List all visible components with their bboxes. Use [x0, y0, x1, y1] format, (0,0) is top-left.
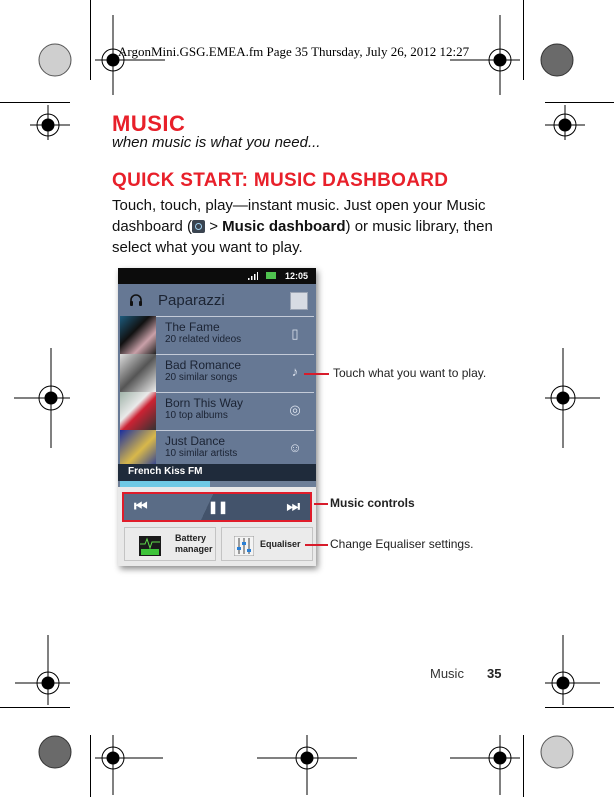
callout-controls: Music controls — [330, 496, 415, 510]
station-bar: French Kiss FM — [118, 464, 316, 481]
body-text-part: > — [205, 218, 223, 235]
registration-target-icon — [545, 348, 600, 448]
artist-title: Paparazzi — [158, 292, 225, 309]
station-name: French Kiss FM — [128, 466, 203, 477]
album-disc-icon: ◎ — [289, 402, 301, 417]
music-note-icon: ♪ — [291, 364, 299, 379]
album-art-thumbnail — [120, 316, 156, 354]
callout-line — [304, 373, 329, 375]
next-track-button[interactable]: ⏭ — [286, 498, 300, 516]
footer-section-name: Music — [430, 666, 464, 681]
edit-icon[interactable] — [290, 292, 308, 310]
list-item[interactable]: Just Dance 10 similar artists ☺ — [156, 430, 314, 468]
music-controls: ⏮ ❚❚ ⏭ — [122, 492, 312, 522]
pause-button[interactable]: ❚❚ — [208, 498, 228, 516]
playback-progress-bar[interactable] — [118, 481, 316, 487]
dashboard-list: The Fame 20 related videos ▯ Bad Romance… — [118, 316, 316, 468]
widget-label: Battery manager — [175, 533, 213, 554]
equaliser-widget[interactable]: Equaliser — [221, 527, 313, 561]
equaliser-icon — [234, 536, 254, 556]
headphones-icon — [130, 294, 142, 306]
album-art-thumbnail — [120, 392, 156, 430]
registration-target-icon — [30, 105, 70, 140]
registration-target-icon — [545, 105, 585, 140]
progress-fill — [120, 481, 211, 487]
film-icon: ▯ — [291, 326, 299, 341]
callout-line — [314, 503, 328, 505]
menu-path-bold: Music dashboard — [222, 218, 346, 235]
registration-target-icon — [15, 635, 70, 705]
item-subtitle: 20 related videos — [165, 334, 242, 345]
item-title: The Fame — [165, 320, 220, 334]
registration-target-icon — [95, 735, 163, 795]
battery-manager-widget[interactable]: Battery manager — [124, 527, 216, 561]
registration-target-icon — [545, 635, 600, 705]
app-bar: Paparazzi — [118, 284, 316, 316]
registration-target-icon — [257, 735, 357, 795]
status-bar: 12:05 — [118, 268, 316, 284]
album-art-thumbnail — [120, 354, 156, 392]
item-title: Bad Romance — [165, 358, 242, 372]
list-item[interactable]: The Fame 20 related videos ▯ — [156, 316, 314, 354]
artist-icon: ☺ — [288, 440, 302, 455]
print-header: ArgonMini.GSG.EMEA.fm Page 35 Thursday, … — [118, 44, 470, 59]
battery-manager-icon — [139, 536, 161, 556]
page-subtitle: when music is what you need... — [112, 134, 321, 151]
widget-label: Equaliser — [260, 539, 301, 549]
item-title: Born This Way — [165, 396, 244, 410]
list-item[interactable]: Bad Romance 20 similar songs ♪ — [156, 354, 314, 392]
body-paragraph: Touch, touch, play—instant music. Just o… — [112, 195, 512, 258]
list-item[interactable]: Born This Way 10 top albums ◎ — [156, 392, 314, 430]
item-subtitle: 10 similar artists — [165, 448, 238, 459]
footer-page-number: 35 — [487, 666, 502, 681]
status-time: 12:05 — [284, 271, 308, 281]
section-heading: QUICK START: MUSIC DASHBOARD — [112, 170, 449, 191]
item-subtitle: 20 similar songs — [165, 372, 238, 383]
registration-target-icon — [14, 348, 70, 448]
callout-line — [305, 544, 328, 546]
callout-touch: Touch what you want to play. — [333, 366, 487, 380]
previous-track-button[interactable]: ⏮ — [134, 498, 148, 516]
item-title: Just Dance — [165, 434, 226, 448]
phone-screenshot: 12:05 Paparazzi The Fame 20 related vide… — [118, 268, 316, 566]
music-dashboard-app-icon — [192, 220, 206, 233]
signal-icon — [248, 272, 258, 280]
callout-equaliser: Change Equaliser settings. — [330, 537, 474, 551]
album-art-thumbnail — [120, 430, 156, 468]
battery-icon — [266, 272, 276, 279]
registration-target-icon — [450, 735, 520, 795]
item-subtitle: 10 top albums — [165, 410, 228, 421]
